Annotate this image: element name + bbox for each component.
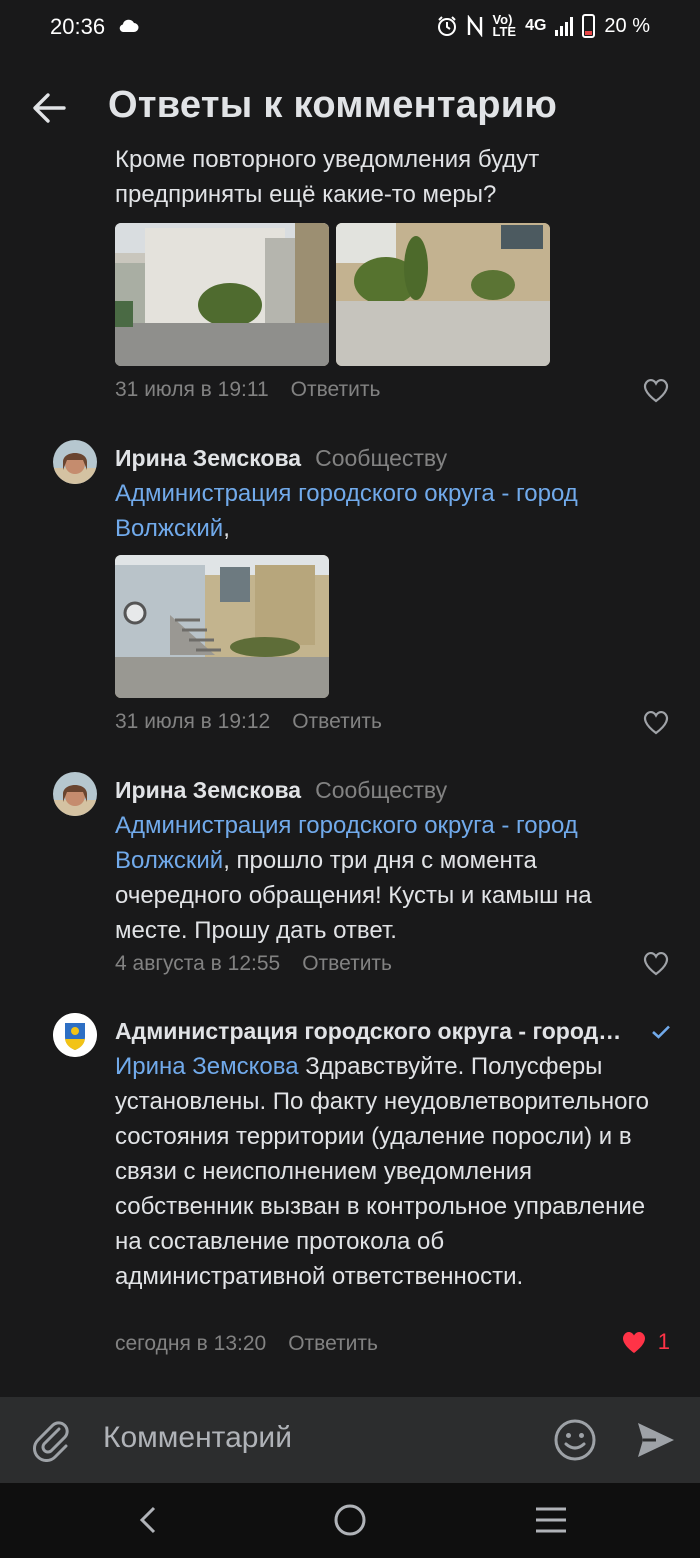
like-heart-icon[interactable] xyxy=(642,950,670,976)
photo-image xyxy=(115,555,329,698)
reply-button[interactable]: Ответить xyxy=(288,1332,378,1356)
like-heart-icon[interactable] xyxy=(642,377,670,403)
nav-home-icon[interactable] xyxy=(333,1503,367,1537)
comment-date: 31 июля в 19:11 xyxy=(115,378,269,401)
battery-icon xyxy=(582,14,596,38)
comments-feed[interactable]: Кроме повторного уведомления будут предп… xyxy=(0,148,700,1398)
reply-button[interactable]: Ответить xyxy=(302,952,392,976)
cloud-icon xyxy=(119,19,139,32)
author-name[interactable]: Ирина Земскова xyxy=(115,445,301,471)
avatar[interactable] xyxy=(53,772,97,816)
avatar[interactable] xyxy=(53,440,97,484)
paperclip-icon[interactable] xyxy=(32,1418,72,1462)
comment-photo[interactable] xyxy=(115,223,329,366)
like-heart-icon[interactable] xyxy=(642,709,670,735)
comment-meta: 31 июля в 19:11 Ответить xyxy=(115,378,380,402)
nfc-icon xyxy=(468,15,483,37)
comment-meta: 31 июля в 19:12 Ответить xyxy=(115,710,382,734)
reply-button[interactable]: Ответить xyxy=(291,378,381,402)
comment-composer: Комментарий xyxy=(0,1397,700,1483)
author-name[interactable]: Ирина Земскова xyxy=(115,777,301,803)
comment-input[interactable]: Комментарий xyxy=(103,1421,292,1455)
comment-photo[interactable] xyxy=(115,555,329,698)
avatar-image xyxy=(53,772,97,816)
comment-text: Кроме повторного уведомления будут предп… xyxy=(115,148,540,208)
top-app-bar: Ответы к комментарию xyxy=(0,68,700,148)
comment-text: Администрация городского округа - город … xyxy=(115,476,660,546)
battery-percent: 20 % xyxy=(604,14,650,37)
volte-icon: Vo) LTE xyxy=(492,12,517,39)
comment-text: Ирина Земскова Здравствуйте. Полусферы у… xyxy=(115,1049,655,1294)
like-count: 1 xyxy=(657,1329,670,1354)
send-icon[interactable] xyxy=(636,1421,676,1459)
status-icons: Vo) LTE 4G 20 % xyxy=(436,12,650,39)
verified-check-icon xyxy=(652,1025,670,1039)
comment-meta: 4 августа в 12:55 Ответить xyxy=(115,952,392,976)
nav-back-icon[interactable] xyxy=(136,1505,160,1535)
system-navigation-bar xyxy=(0,1483,700,1558)
network-type: 4G xyxy=(525,17,547,34)
comment-date: 31 июля в 19:12 xyxy=(115,710,271,733)
like-button[interactable]: 1 xyxy=(620,1329,670,1355)
reply-button[interactable]: Ответить xyxy=(292,710,382,734)
status-bar: 20:36 Vo) LTE 4G 20 % xyxy=(0,0,700,60)
mention-link[interactable]: Администрация городского округа - город … xyxy=(115,480,578,542)
reply-target: Сообществу xyxy=(315,445,448,471)
nav-menu-icon[interactable] xyxy=(534,1506,568,1534)
photo-image xyxy=(115,223,329,366)
comment-date: 4 августа в 12:55 xyxy=(115,952,281,975)
status-time: 20:36 xyxy=(50,14,106,39)
back-arrow-icon[interactable] xyxy=(30,88,70,128)
comment-author[interactable]: Ирина Земскова Сообществу xyxy=(115,777,447,804)
avatar[interactable] xyxy=(53,1013,97,1057)
photo-image xyxy=(336,223,550,366)
comment-text: Администрация городского округа - город … xyxy=(115,808,663,948)
like-heart-filled-icon xyxy=(622,1332,645,1353)
comment-body: , xyxy=(223,515,230,542)
comment-author[interactable]: Администрация городского округа - город… xyxy=(115,1018,640,1045)
mention-link[interactable]: Ирина Земскова xyxy=(115,1053,299,1080)
alarm-icon xyxy=(438,16,457,36)
comment-photo[interactable] xyxy=(336,223,550,366)
reply-target: Сообществу xyxy=(315,777,448,803)
avatar-image xyxy=(53,440,97,484)
coat-of-arms-icon xyxy=(53,1013,97,1057)
author-name[interactable]: Администрация городского округа - город… xyxy=(115,1018,621,1044)
emoji-icon[interactable] xyxy=(553,1418,597,1462)
comment-meta: сегодня в 13:20 Ответить xyxy=(115,1332,378,1356)
comment-author[interactable]: Ирина Земскова Сообществу xyxy=(115,445,447,472)
comment-body: Здравствуйте. Полусферы установлены. По … xyxy=(115,1053,650,1290)
comment-date: сегодня в 13:20 xyxy=(115,1332,267,1355)
page-title: Ответы к комментарию xyxy=(108,84,558,126)
signal-icon xyxy=(555,17,574,36)
